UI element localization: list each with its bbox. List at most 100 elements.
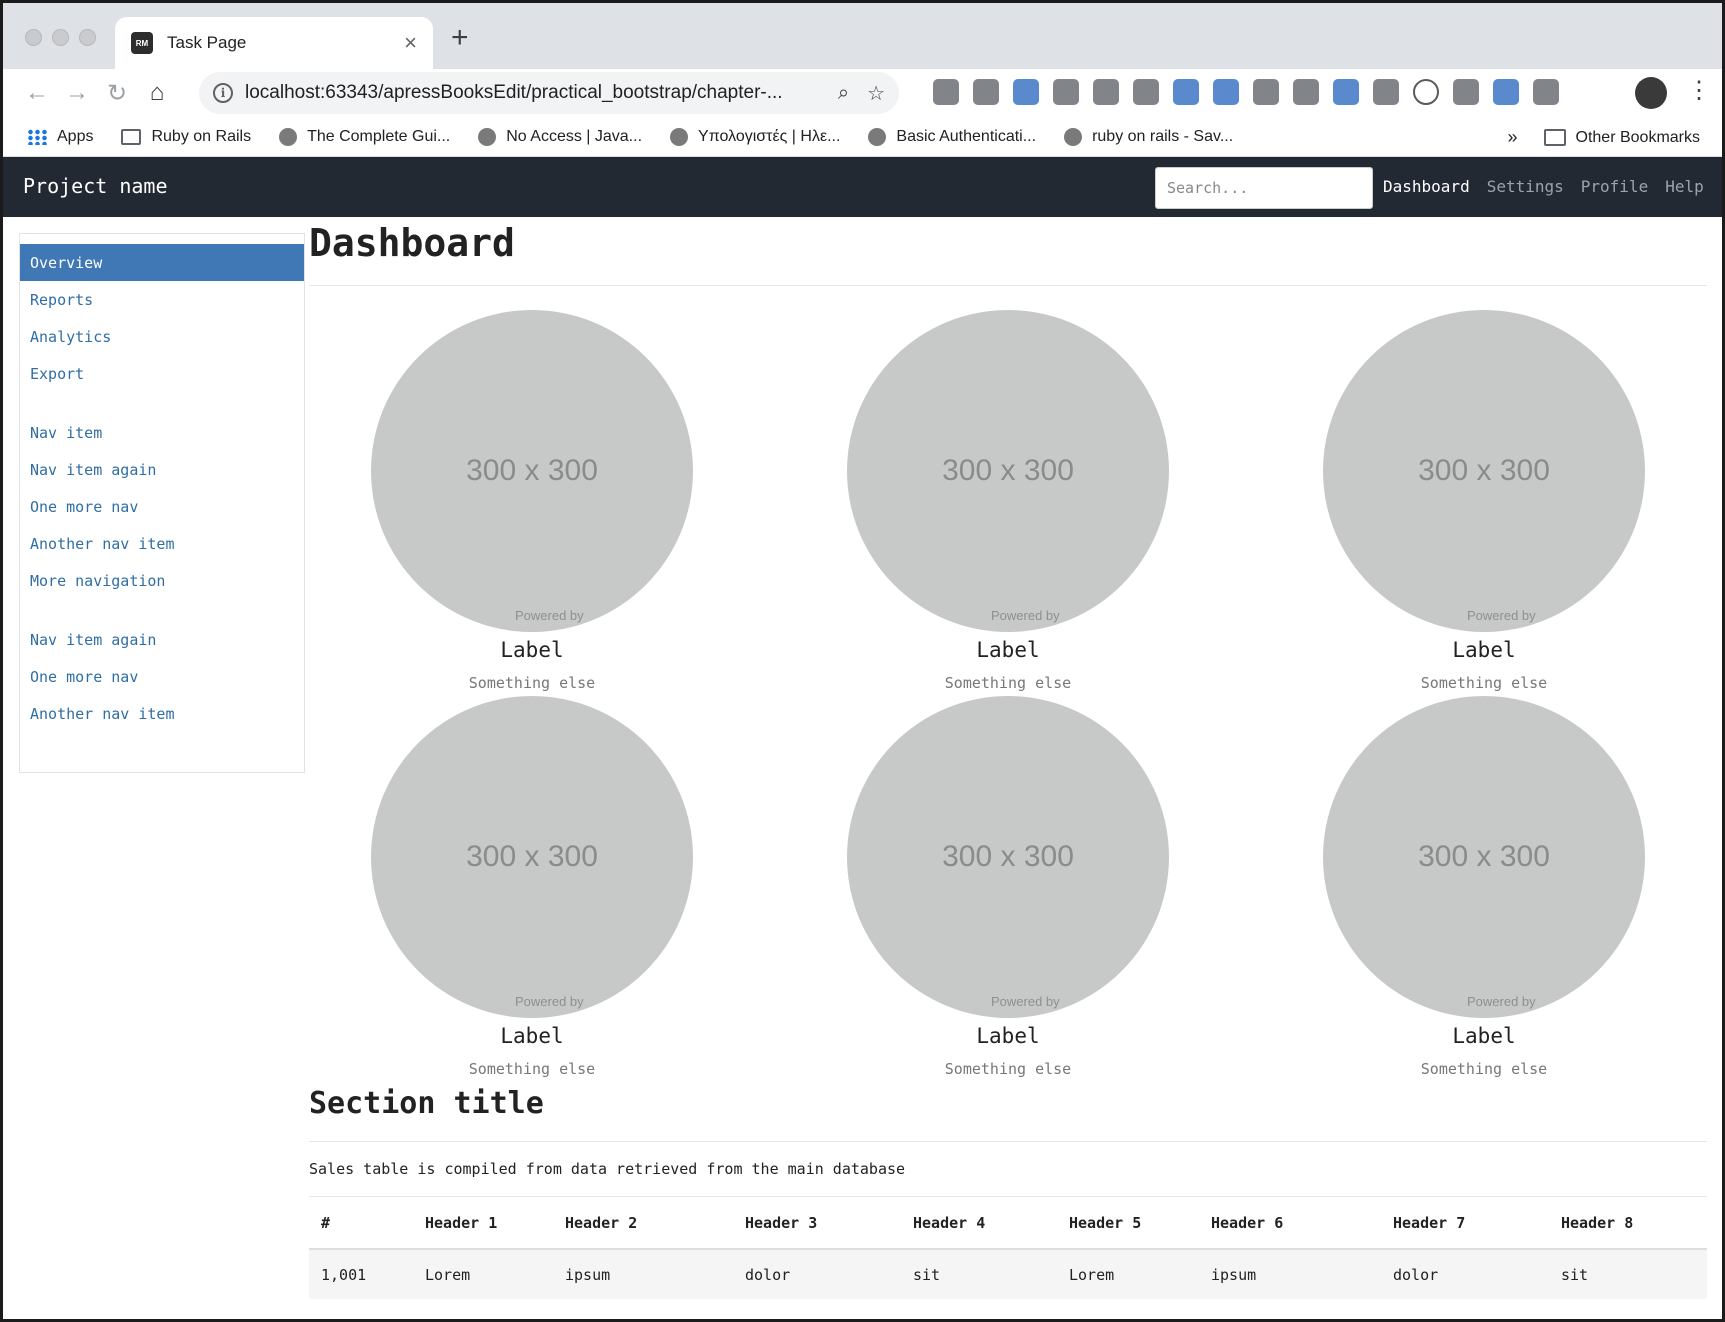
back-icon[interactable]: ← (17, 79, 57, 107)
address-bar[interactable]: i localhost:63343/apressBooksEdit/practi… (199, 72, 899, 114)
table-cell: dolor (733, 1249, 901, 1299)
powered-by-text: Powered by (991, 994, 1060, 1009)
navbar-links: Dashboard Settings Profile Help (1383, 177, 1704, 196)
bookmark-complete-guide[interactable]: The Complete Gui... (279, 127, 450, 146)
extension-globe-icon[interactable] (1373, 79, 1399, 105)
bookmark-ypologistes[interactable]: Υπολογιστές | Ηλε... (670, 127, 840, 146)
table-header-row: # Header 1 Header 2 Header 3 Header 4 He… (309, 1197, 1707, 1250)
search-input[interactable] (1155, 167, 1373, 209)
url-text[interactable]: localhost:63343/apressBooksEdit/practica… (245, 82, 820, 104)
extension-window-icon[interactable] (1213, 79, 1239, 105)
nav-link-help[interactable]: Help (1665, 177, 1704, 196)
extension-a-icon[interactable] (1413, 79, 1439, 105)
extension-c-icon[interactable] (1053, 79, 1079, 105)
nav-link-settings[interactable]: Settings (1487, 177, 1564, 196)
sidebar-item-nav-item-again[interactable]: Nav item again (20, 451, 304, 488)
extension-react-icon[interactable] (1253, 79, 1279, 105)
sidebar-item-another-nav-item[interactable]: Another nav item (20, 525, 304, 562)
bookmark-star-icon[interactable]: ☆ (867, 81, 885, 106)
apps-grid-icon (27, 128, 47, 145)
extension-screen-icon[interactable] (1293, 79, 1319, 105)
brand-link[interactable]: Project name (23, 174, 168, 198)
placeholder-sublabel: Something else (1420, 1060, 1548, 1078)
bookmark-basic-auth[interactable]: Basic Authenticati... (868, 127, 1037, 146)
sidebar-item-more-navigation[interactable]: More navigation (20, 562, 304, 599)
extension-target-icon[interactable] (1093, 79, 1119, 105)
table-row: 1,001 Lorem ipsum dolor sit Lorem ipsum … (309, 1249, 1707, 1299)
placeholder-dimensions: 300 x 300 (1418, 840, 1550, 873)
extension-opera-icon[interactable] (1013, 79, 1039, 105)
app-navbar: Project name Dashboard Settings Profile … (3, 157, 1722, 217)
placeholder-label: Label (976, 638, 1040, 662)
extension-move-icon[interactable] (1453, 79, 1479, 105)
forward-icon[interactable]: → (57, 79, 97, 107)
bookmark-apps[interactable]: Apps (27, 128, 93, 146)
browser-toolbar: ← → ↻ ⌂ i localhost:63343/apressBooksEdi… (3, 69, 1722, 117)
browser-menu-icon[interactable]: ⋮ (1687, 79, 1711, 103)
extension-car-icon[interactable] (1533, 79, 1559, 105)
close-window-button[interactable] (25, 29, 42, 46)
placeholder-sublabel: Something else (944, 674, 1072, 692)
bookmark-label: ruby on rails - Sav... (1092, 127, 1234, 145)
table-header: Header 1 (413, 1197, 553, 1250)
placeholder-label: Label (1452, 1024, 1516, 1048)
placeholder-card: 300 x 300 Powered by Label Something els… (847, 310, 1169, 692)
extension-network-icon[interactable] (973, 79, 999, 105)
section-title: Section title (309, 1086, 1707, 1142)
sidebar-item-nav-item-again-2[interactable]: Nav item again (20, 621, 304, 658)
new-tab-button[interactable]: + (451, 23, 469, 53)
section-description: Sales table is compiled from data retrie… (309, 1160, 1707, 1197)
extension-badge-72-icon[interactable] (1333, 79, 1359, 105)
close-tab-icon[interactable]: × (404, 30, 417, 56)
bookmark-ruby-on-rails-so[interactable]: ruby on rails - Sav... (1064, 127, 1234, 146)
profile-avatar[interactable] (1635, 77, 1667, 109)
sidebar-item-one-more-nav[interactable]: One more nav (20, 488, 304, 525)
powered-by-text: Powered by (515, 994, 584, 1009)
table-header: # (309, 1197, 413, 1250)
placeholder-image: 300 x 300 Powered by (1323, 696, 1645, 1018)
window-controls (25, 29, 96, 46)
placeholder-image: 300 x 300 Powered by (1323, 310, 1645, 632)
sidebar-item-analytics[interactable]: Analytics (20, 318, 304, 355)
maximize-window-button[interactable] (79, 29, 96, 46)
bookmark-no-access-java[interactable]: No Access | Java... (478, 127, 642, 146)
bookmark-label: Basic Authenticati... (896, 127, 1037, 145)
placeholder-image: 300 x 300 Powered by (847, 696, 1169, 1018)
extension-eyedropper-icon[interactable] (933, 79, 959, 105)
reload-icon[interactable]: ↻ (97, 79, 137, 108)
sidebar-item-reports[interactable]: Reports (20, 281, 304, 318)
minimize-window-button[interactable] (52, 29, 69, 46)
ab-icon (279, 127, 298, 146)
site-info-icon[interactable]: i (213, 83, 233, 103)
table-header: Header 4 (901, 1197, 1057, 1250)
globe-icon (670, 127, 689, 146)
other-bookmarks[interactable]: Other Bookmarks (1576, 129, 1700, 147)
placeholder-card: 300 x 300 Powered by Label Something els… (371, 696, 693, 1078)
extension-download-icon[interactable] (1173, 79, 1199, 105)
nav-link-dashboard[interactable]: Dashboard (1383, 177, 1470, 196)
home-icon[interactable]: ⌂ (137, 79, 177, 107)
table-header: Header 2 (553, 1197, 733, 1250)
browser-window: RM Task Page × + ← → ↻ ⌂ i localhost:633… (0, 0, 1725, 1322)
powered-by-text: Powered by (991, 608, 1060, 623)
tab-strip: RM Task Page × + (3, 3, 1722, 69)
table-header: Header 5 (1057, 1197, 1199, 1250)
nav-link-profile[interactable]: Profile (1581, 177, 1648, 196)
extension-lighthouse-icon[interactable] (1133, 79, 1159, 105)
placeholder-dimensions: 300 x 300 (1418, 454, 1550, 487)
sidebar-item-nav-item[interactable]: Nav item (20, 414, 304, 451)
extension-badge-8-icon[interactable] (1493, 79, 1519, 105)
browser-tab[interactable]: RM Task Page × (115, 17, 433, 69)
bookmarks-overflow-icon[interactable]: » (1508, 127, 1518, 148)
zoom-icon[interactable]: ⌕ (838, 82, 849, 105)
sidebar-item-overview[interactable]: Overview (20, 244, 304, 281)
bookmark-ruby-on-rails[interactable]: Ruby on Rails (121, 128, 251, 146)
placeholder-card: 300 x 300 Powered by Label Something els… (1323, 310, 1645, 692)
tab-title: Task Page (167, 33, 247, 52)
table-header: Header 7 (1381, 1197, 1549, 1250)
sidebar-item-export[interactable]: Export (20, 355, 304, 392)
sidebar-item-another-nav-item-2[interactable]: Another nav item (20, 695, 304, 732)
sidebar-item-one-more-nav-2[interactable]: One more nav (20, 658, 304, 695)
